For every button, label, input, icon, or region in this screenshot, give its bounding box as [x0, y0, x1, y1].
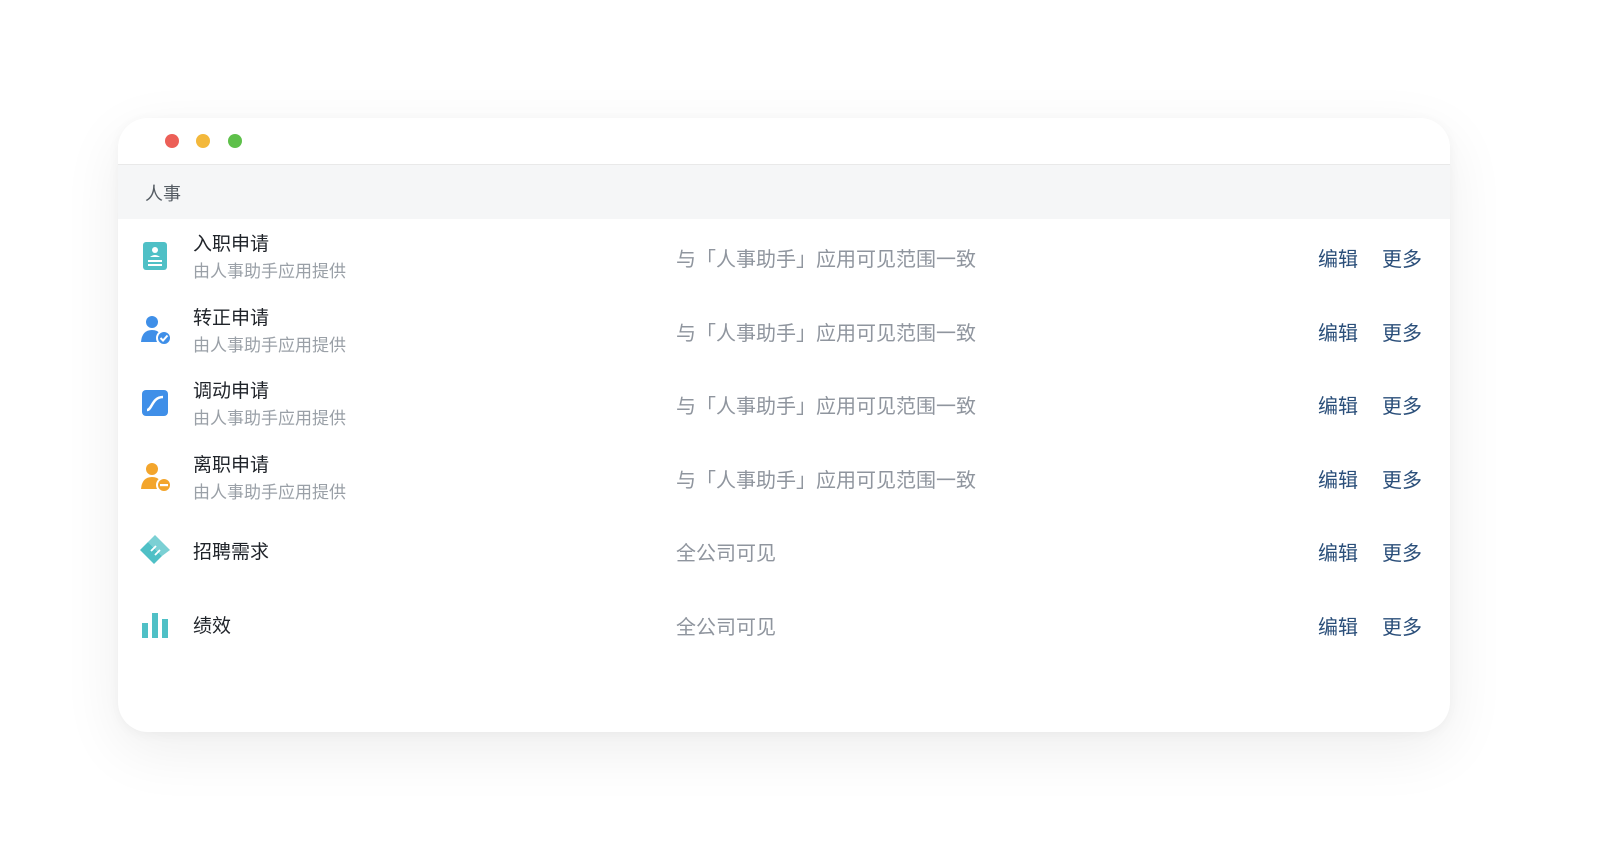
bar-chart-icon	[138, 607, 172, 641]
more-button[interactable]: 更多	[1382, 611, 1422, 640]
more-button[interactable]: 更多	[1382, 243, 1422, 272]
more-button[interactable]: 更多	[1382, 537, 1422, 566]
item-visibility: 与「人事助手」应用可见范围一致	[676, 394, 976, 418]
edit-button[interactable]: 编辑	[1318, 317, 1358, 346]
close-window-button[interactable]	[165, 134, 179, 148]
more-button[interactable]: 更多	[1382, 464, 1422, 493]
onboarding-form-icon	[138, 239, 172, 273]
item-title: 入职申请	[193, 233, 270, 255]
more-button[interactable]: 更多	[1382, 317, 1422, 346]
item-subtitle: 由人事助手应用提供	[193, 262, 346, 282]
edit-button[interactable]: 编辑	[1318, 464, 1358, 493]
item-title: 招聘需求	[193, 541, 270, 563]
list-item-transfer[interactable]: 调动申请 由人事助手应用提供 与「人事助手」应用可见范围一致 编辑 更多	[118, 366, 1450, 440]
list-item-onboarding[interactable]: 入职申请 由人事助手应用提供 与「人事助手」应用可见范围一致 编辑 更多	[118, 219, 1450, 293]
transfer-curve-icon	[138, 386, 172, 420]
edit-button[interactable]: 编辑	[1318, 390, 1358, 419]
edit-button[interactable]: 编辑	[1318, 243, 1358, 272]
item-title: 调动申请	[193, 380, 270, 402]
item-subtitle: 由人事助手应用提供	[193, 335, 346, 356]
more-button[interactable]: 更多	[1382, 390, 1422, 419]
section-header: 人事	[118, 165, 1450, 219]
maximize-window-button[interactable]	[228, 134, 242, 148]
item-visibility: 与「人事助手」应用可见范围一致	[676, 247, 976, 271]
list-item-performance[interactable]: 绩效 全公司可见 编辑 更多	[118, 587, 1450, 661]
list-item-regularization[interactable]: 转正申请 由人事助手应用提供 与「人事助手」应用可见范围一致 编辑 更多	[118, 293, 1450, 367]
user-check-icon	[138, 313, 172, 347]
user-minus-icon	[138, 460, 172, 494]
handshake-icon	[138, 533, 172, 567]
list-item-recruitment[interactable]: 招聘需求 全公司可见 编辑 更多	[118, 513, 1450, 587]
item-title: 绩效	[193, 614, 232, 637]
item-title: 转正申请	[193, 306, 270, 329]
edit-button[interactable]: 编辑	[1318, 537, 1358, 566]
item-visibility: 与「人事助手」应用可见范围一致	[676, 467, 976, 492]
item-visibility: 全公司可见	[676, 614, 776, 639]
title-bar	[118, 118, 1450, 165]
app-window: 人事 入职申请 由人事助手应用提供 与「人事助手」应用可见范围一致 编辑 更多	[118, 118, 1450, 732]
item-visibility: 全公司可见	[676, 541, 776, 565]
item-visibility: 与「人事助手」应用可见范围一致	[676, 320, 976, 345]
edit-button[interactable]: 编辑	[1318, 611, 1358, 640]
section-title: 人事	[145, 184, 181, 205]
form-list: 入职申请 由人事助手应用提供 与「人事助手」应用可见范围一致 编辑 更多 转正申…	[118, 219, 1450, 660]
item-title: 离职申请	[193, 453, 270, 476]
minimize-window-button[interactable]	[196, 134, 210, 148]
item-subtitle: 由人事助手应用提供	[193, 409, 346, 429]
item-subtitle: 由人事助手应用提供	[193, 482, 346, 503]
list-item-resignation[interactable]: 离职申请 由人事助手应用提供 与「人事助手」应用可见范围一致 编辑 更多	[118, 440, 1450, 514]
